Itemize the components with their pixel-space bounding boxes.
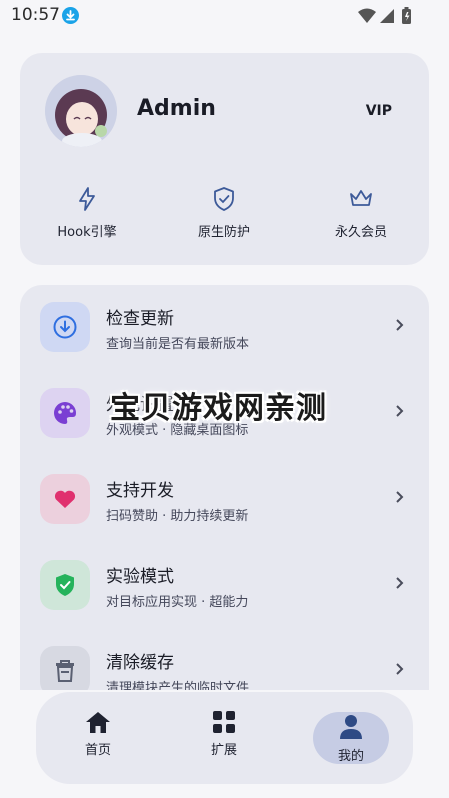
crown-icon	[350, 190, 372, 206]
profile-card: Admin VIP Hook引擎 原生防护 永久会员	[20, 53, 429, 265]
grid-icon	[213, 711, 235, 733]
menu-item-title: 支持开发	[106, 481, 174, 501]
menu-item-check-update[interactable]: 检查更新 查询当前是否有最新版本	[20, 285, 429, 371]
trash-icon	[40, 646, 90, 690]
avatar[interactable]	[45, 75, 117, 147]
heart-icon	[40, 474, 90, 524]
lightning-icon	[79, 187, 95, 211]
status-bar: 10:57	[0, 0, 449, 32]
settings-menu: 检查更新 查询当前是否有最新版本 外观设置 外观模式 · 隐藏桌面图标 支持开发…	[20, 285, 429, 690]
tab-label: 扩展	[210, 743, 237, 758]
watermark: 宝贝游戏网亲测	[110, 391, 327, 426]
person-icon	[340, 715, 362, 739]
menu-item-subtitle: 清理模块产生的临时文件	[106, 681, 250, 690]
menu-item-subtitle: 对目标应用实现 · 超能力	[106, 595, 249, 610]
menu-item-support-dev[interactable]: 支持开发 扫码赞助 · 助力持续更新	[20, 457, 429, 543]
tab-extensions[interactable]: 扩展	[186, 710, 262, 764]
home-icon	[86, 712, 110, 733]
feature-label: 原生防护	[197, 225, 250, 240]
tab-label: 首页	[84, 743, 111, 758]
tab-mine[interactable]: 我的	[313, 712, 389, 764]
feature-label: Hook引擎	[57, 225, 117, 240]
palette-icon	[40, 388, 90, 438]
menu-item-clear-cache[interactable]: 清除缓存 清理模块产生的临时文件	[20, 629, 429, 690]
menu-item-experimental[interactable]: 实验模式 对目标应用实现 · 超能力	[20, 543, 429, 629]
feature-native-protection[interactable]: 原生防护	[164, 186, 284, 240]
tab-home[interactable]: 首页	[60, 710, 136, 764]
feature-label: 永久会员	[334, 225, 387, 240]
status-icons	[356, 6, 416, 30]
download-icon	[40, 302, 90, 352]
menu-item-title: 清除缓存	[106, 653, 174, 673]
shield-check-icon	[40, 560, 90, 610]
feature-hook-engine[interactable]: Hook引擎	[27, 186, 147, 240]
username: Admin	[137, 96, 216, 121]
vip-badge: VIP	[365, 103, 392, 119]
tab-label: 我的	[337, 749, 364, 764]
menu-item-title: 检查更新	[106, 309, 174, 329]
chevron-right-icon	[396, 319, 404, 331]
chevron-right-icon	[396, 577, 404, 589]
menu-item-subtitle: 扫码赞助 · 助力持续更新	[106, 509, 249, 524]
chevron-right-icon	[396, 405, 404, 417]
bottom-nav: 首页 扩展 我的	[36, 692, 413, 784]
feature-lifetime-member[interactable]: 永久会员	[301, 186, 421, 240]
menu-item-subtitle: 查询当前是否有最新版本	[106, 337, 250, 352]
chevron-right-icon	[396, 663, 404, 675]
status-time: 10:57	[11, 5, 60, 25]
shield-check-icon	[214, 187, 234, 211]
battery-icon	[402, 7, 411, 24]
signal-icon	[380, 9, 394, 23]
chevron-right-icon	[396, 491, 404, 503]
download-notification-icon	[62, 7, 79, 24]
menu-item-title: 实验模式	[106, 567, 174, 587]
wifi-icon	[358, 8, 376, 23]
